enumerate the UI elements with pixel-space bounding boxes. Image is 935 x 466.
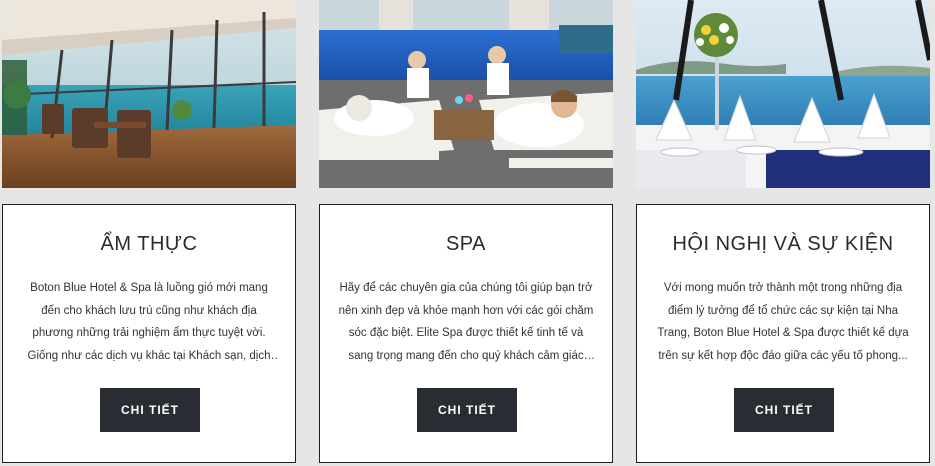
details-button-events[interactable]: CHI TIẾT (734, 388, 834, 432)
card-title: ẨM THỰC (100, 233, 198, 255)
spa-photo[interactable] (319, 0, 613, 188)
restaurant-photo-image (2, 0, 296, 188)
service-card-events: HỘI NGHỊ VÀ SỰ KIỆN Với mong muốn trở th… (636, 204, 930, 463)
restaurant-photo[interactable] (2, 0, 296, 188)
card-description: Boton Blue Hotel & Spa là luồng gió mới … (27, 282, 271, 362)
service-card-spa: SPA Hãy để các chuyên gia của chúng tôi … (319, 204, 613, 463)
spa-photo-image (319, 0, 613, 188)
service-column-dining: ẨM THỰC Boton Blue Hotel & Spa là luồng … (2, 0, 297, 466)
event-hall-photo-image (636, 0, 930, 188)
event-hall-photo[interactable] (636, 0, 930, 188)
service-column-events: HỘI NGHỊ VÀ SỰ KIỆN Với mong muốn trở th… (636, 0, 931, 466)
service-card-dining: ẨM THỰC Boton Blue Hotel & Spa là luồng … (2, 204, 296, 463)
card-description: Với mong muốn trở thành một trong những … (657, 282, 909, 362)
details-button-spa[interactable]: CHI TIẾT (417, 388, 517, 432)
details-button-dining[interactable]: CHI TIẾT (100, 388, 200, 432)
card-title: SPA (445, 233, 487, 255)
service-column-spa: SPA Hãy để các chuyên gia của chúng tôi … (319, 0, 614, 466)
card-title: HỘI NGHỊ VÀ SỰ KIỆN (672, 233, 894, 255)
card-description: Hãy để các chuyên gia của chúng tôi giúp… (338, 282, 594, 362)
